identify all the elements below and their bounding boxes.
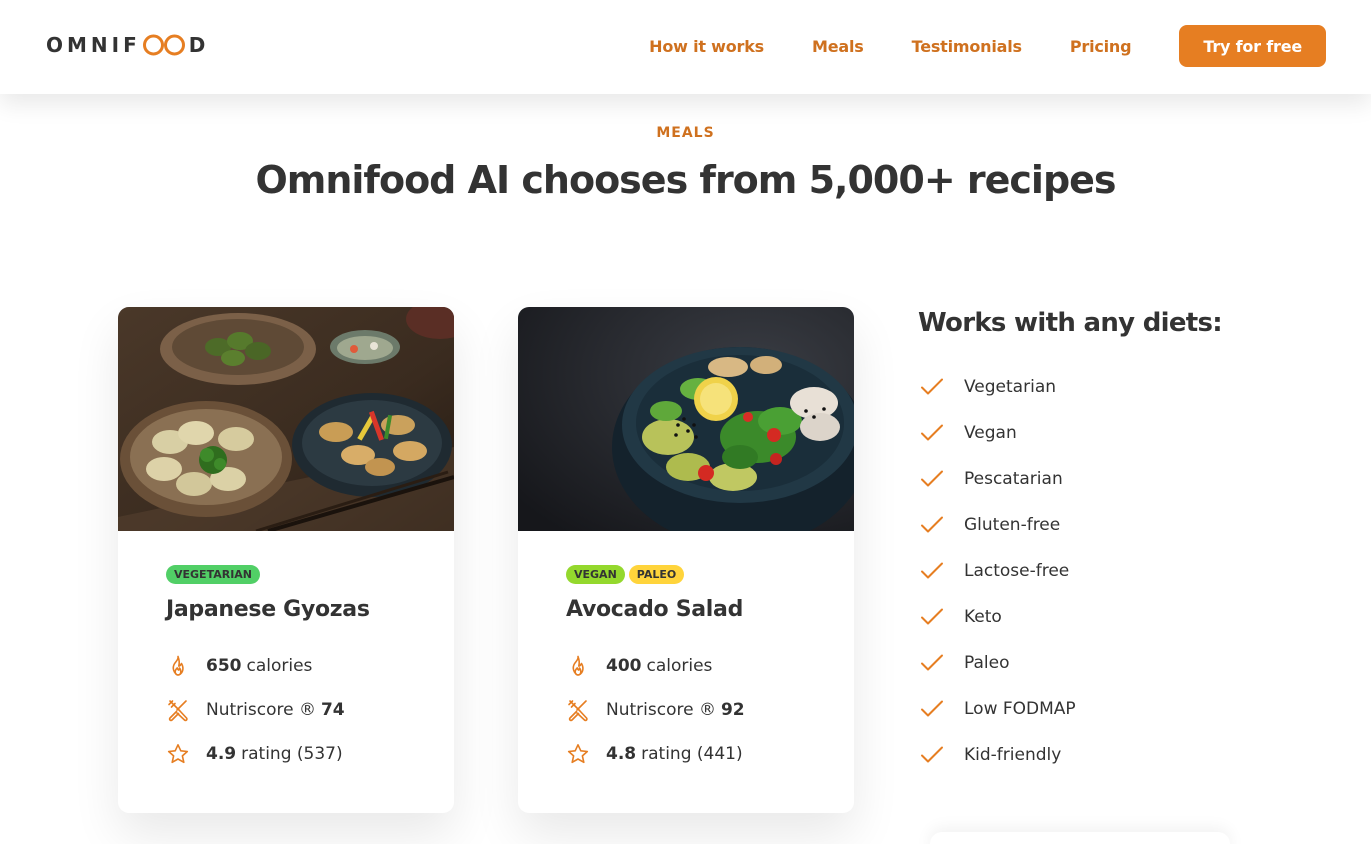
checkmark-icon xyxy=(921,562,943,579)
flame-icon xyxy=(172,655,184,676)
checkmark-icon xyxy=(921,378,943,395)
diet-label: Gluten-free xyxy=(964,515,1061,535)
diet-item: Vegetarian xyxy=(918,364,1222,410)
diet-item: Lactose-free xyxy=(918,548,1222,594)
meal-card-gyozas[interactable]: VEGETARIAN Japanese Gyozas 650 calories … xyxy=(118,307,454,813)
nutriscore-label: Nutriscore ® xyxy=(606,700,716,720)
next-card-edge xyxy=(930,832,1230,844)
nav-link-pricing[interactable]: Pricing xyxy=(1070,37,1132,56)
gyoza-photo xyxy=(118,307,454,531)
meal-nutriscore: Nutriscore ® 74 xyxy=(166,688,424,732)
meal-tags: VEGAN PALEO xyxy=(566,565,824,585)
calories-value: 650 xyxy=(206,656,242,676)
diet-label: Paleo xyxy=(964,653,1010,673)
avocado-salad-photo xyxy=(518,307,854,531)
section-heading: Omnifood AI chooses from 5,000+ recipes xyxy=(255,158,1116,202)
tag-paleo: PALEO xyxy=(628,565,685,584)
tag-vegetarian: VEGETARIAN xyxy=(166,565,261,584)
logo-text-end: D xyxy=(188,33,210,57)
star-icon xyxy=(167,744,189,764)
diet-label: Lactose-free xyxy=(964,561,1070,581)
infinity-oo-icon xyxy=(142,34,185,56)
diets-panel: Works with any diets: Vegetarian Vegan P… xyxy=(918,308,1223,778)
meal-card-avocado-salad[interactable]: VEGAN PALEO Avocado Salad 400 calories N… xyxy=(518,307,854,813)
omnifood-logo[interactable]: OMNIF D xyxy=(46,33,209,57)
diet-item: Kid-friendly xyxy=(918,732,1222,778)
meal-card-content: VEGAN PALEO Avocado Salad 400 calories N… xyxy=(566,565,824,776)
meal-rating: 4.9 rating (537) xyxy=(166,732,424,776)
checkmark-icon xyxy=(921,608,943,625)
meal-title: Japanese Gyozas xyxy=(166,597,370,622)
nutriscore-label: Nutriscore ® xyxy=(206,700,316,720)
rating-label: rating (537) xyxy=(241,744,343,764)
tag-vegan: VEGAN xyxy=(566,565,625,584)
checkmark-icon xyxy=(921,654,943,671)
diet-item: Low FODMAP xyxy=(918,686,1222,732)
diet-item: Paleo xyxy=(918,640,1222,686)
meal-calories: 650 calories xyxy=(166,644,424,688)
site-header: OMNIF D How it works Meals Testimonials … xyxy=(0,0,1371,94)
diet-label: Vegetarian xyxy=(964,377,1057,397)
star-icon xyxy=(567,744,589,764)
checkmark-icon xyxy=(921,424,943,441)
utensils-icon xyxy=(568,700,588,722)
diet-label: Keto xyxy=(964,607,1002,627)
diet-label: Vegan xyxy=(964,423,1017,443)
nutriscore-value: 92 xyxy=(720,700,745,720)
diet-label: Low FODMAP xyxy=(964,699,1076,719)
diets-title: Works with any diets: xyxy=(918,308,1223,338)
diet-item: Vegan xyxy=(918,410,1222,456)
nav-link-meals[interactable]: Meals xyxy=(812,37,864,56)
calories-label: calories xyxy=(246,656,313,676)
nutriscore-value: 74 xyxy=(320,700,345,720)
diet-item: Pescatarian xyxy=(918,456,1222,502)
meal-title: Avocado Salad xyxy=(566,597,744,622)
calories-label: calories xyxy=(646,656,713,676)
checkmark-icon xyxy=(921,470,943,487)
checkmark-icon xyxy=(921,700,943,717)
diet-item: Gluten-free xyxy=(918,502,1222,548)
meal-card-content: VEGETARIAN Japanese Gyozas 650 calories … xyxy=(166,565,424,776)
diet-list: Vegetarian Vegan Pescatarian Gluten-free… xyxy=(918,364,1222,778)
checkmark-icon xyxy=(921,516,943,533)
rating-label: rating (441) xyxy=(641,744,743,764)
meal-rating: 4.8 rating (441) xyxy=(566,732,824,776)
checkmark-icon xyxy=(921,746,943,763)
utensils-icon xyxy=(168,700,188,722)
nav-link-testimonials[interactable]: Testimonials xyxy=(912,37,1022,56)
meal-attributes: 650 calories Nutriscore ® 74 4.9 rating … xyxy=(166,644,424,776)
diet-item: Keto xyxy=(918,594,1222,640)
flame-icon xyxy=(572,655,584,676)
meal-attributes: 400 calories Nutriscore ® 92 4.8 rating … xyxy=(566,644,824,776)
diet-label: Kid-friendly xyxy=(964,745,1062,765)
meal-tags: VEGETARIAN xyxy=(166,565,424,585)
rating-value: 4.9 xyxy=(206,744,237,764)
meal-calories: 400 calories xyxy=(566,644,824,688)
try-for-free-button[interactable]: Try for free xyxy=(1179,25,1326,67)
rating-value: 4.8 xyxy=(606,744,637,764)
logo-text-start: OMNIF xyxy=(46,33,141,57)
nav-link-how-it-works[interactable]: How it works xyxy=(649,37,764,56)
main-nav: How it works Meals Testimonials Pricing … xyxy=(649,25,1326,67)
diet-label: Pescatarian xyxy=(964,469,1063,489)
section-subheading: MEALS xyxy=(656,125,715,141)
calories-value: 400 xyxy=(606,656,642,676)
meal-nutriscore: Nutriscore ® 92 xyxy=(566,688,824,732)
